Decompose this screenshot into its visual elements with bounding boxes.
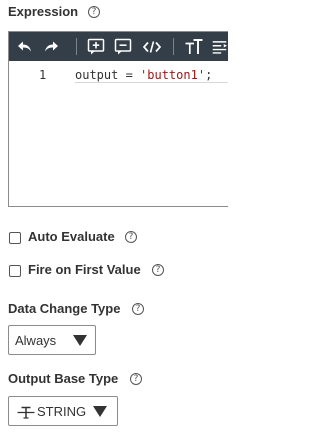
code-icon[interactable] [142, 37, 162, 57]
code-string: 'button1' [140, 68, 206, 82]
toolbar-separator [76, 38, 77, 55]
output-base-type-select[interactable]: STRING [8, 396, 118, 426]
redo-icon[interactable] [42, 37, 62, 57]
code-line[interactable]: 1 output = 'button1'; [9, 68, 228, 83]
chevron-down-icon [73, 335, 87, 346]
auto-evaluate-checkbox[interactable] [9, 232, 21, 244]
expression-help-icon[interactable]: ? [88, 6, 100, 18]
code-text[interactable]: output = 'button1'; [75, 68, 228, 83]
string-type-icon [17, 406, 35, 424]
data-change-type-select[interactable]: Always [8, 325, 96, 355]
undo-icon[interactable] [14, 37, 34, 57]
output-base-type-label: Output Base Type [8, 371, 119, 386]
fire-on-first-value-help-icon[interactable]: ? [152, 264, 164, 276]
comment-icon[interactable] [113, 37, 133, 57]
format-icon[interactable] [211, 37, 228, 57]
toolbar-separator [173, 38, 174, 55]
code-suffix: ; [205, 68, 213, 82]
auto-evaluate-label[interactable]: Auto Evaluate [28, 229, 115, 245]
insert-comment-icon[interactable] [86, 37, 106, 57]
properties-panel: Expression ? 1 output = 'button1'; Auto … [0, 0, 228, 433]
output-base-type-value: STRING [37, 404, 87, 419]
data-change-type-value: Always [15, 333, 57, 348]
fire-on-first-value-label[interactable]: Fire on First Value [28, 262, 141, 278]
editor-toolbar [9, 32, 228, 61]
expression-label: Expression [8, 4, 79, 19]
font-size-icon[interactable] [184, 37, 204, 57]
expression-editor[interactable]: 1 output = 'button1'; [8, 31, 228, 207]
auto-evaluate-help-icon[interactable]: ? [125, 231, 137, 243]
chevron-down-icon [93, 406, 107, 417]
line-number: 1 [39, 68, 47, 82]
data-change-type-help-icon[interactable]: ? [132, 303, 144, 315]
fire-on-first-value-checkbox[interactable] [9, 265, 21, 277]
code-prefix: output = [75, 68, 141, 82]
data-change-type-label: Data Change Type [8, 301, 121, 316]
output-base-type-help-icon[interactable]: ? [130, 373, 142, 385]
